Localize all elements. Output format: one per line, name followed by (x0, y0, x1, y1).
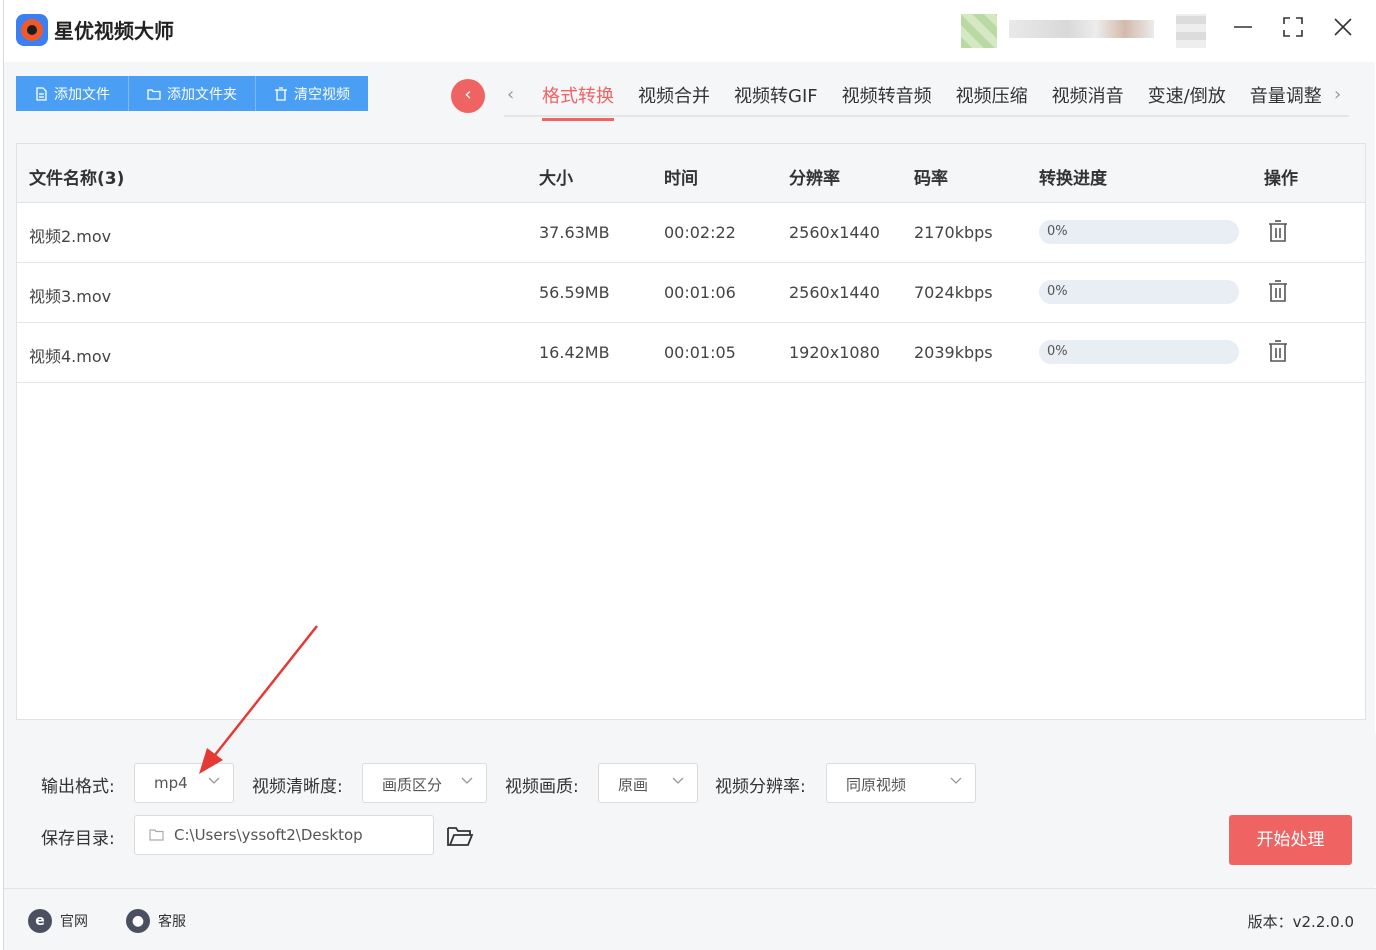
table-row[interactable]: 视频2.mov 37.63MB 00:02:22 2560x1440 2170k… (17, 203, 1365, 263)
chat-bubble-icon: ● (126, 909, 150, 933)
user-menu-blurred[interactable] (1176, 14, 1206, 48)
title-bar: 星优视频大师 (4, 0, 1376, 62)
tabs-divider (504, 115, 1349, 117)
quality-value: 原画 (618, 776, 649, 794)
progress-bar: 0% (1039, 340, 1239, 364)
clear-videos-button[interactable]: 清空视频 (256, 76, 368, 111)
chevron-down-icon (461, 777, 473, 784)
close-window-button[interactable] (1328, 16, 1358, 46)
header-action: 操作 (1264, 169, 1298, 189)
delete-row-icon[interactable] (1268, 280, 1288, 302)
folder-icon (147, 88, 161, 100)
header-duration: 时间 (664, 169, 698, 189)
folder-icon (149, 829, 164, 841)
progress-bar: 0% (1039, 280, 1239, 304)
file-resolution: 2560x1440 (789, 283, 880, 302)
header-filename: 文件名称(3) (29, 169, 125, 189)
table-row[interactable]: 视频3.mov 56.59MB 00:01:06 2560x1440 7024k… (17, 263, 1365, 323)
add-folder-button[interactable]: 添加文件夹 (129, 76, 256, 111)
quality-label: 视频画质: (505, 777, 579, 797)
delete-row-icon[interactable] (1268, 220, 1288, 242)
resolution-select[interactable]: 同原视频 (826, 763, 976, 803)
progress-bar: 0% (1039, 220, 1239, 244)
file-resolution: 1920x1080 (789, 343, 880, 362)
minimize-button[interactable] (1228, 16, 1258, 46)
website-label: 官网 (60, 914, 88, 930)
maximize-button[interactable] (1278, 16, 1308, 46)
output-format-value: mp4 (154, 774, 188, 792)
header-resolution: 分辨率 (789, 169, 840, 189)
version-text: 版本：v2.2.0.0 (1247, 913, 1354, 931)
folder-open-icon[interactable] (446, 824, 474, 848)
file-duration: 00:02:22 (664, 223, 736, 242)
file-size: 56.59MB (539, 283, 610, 302)
user-name-blurred (1009, 20, 1154, 38)
clarity-select[interactable]: 画质区分 (362, 763, 487, 803)
table-header: 文件名称(3) 大小 时间 分辨率 码率 转换进度 操作 (17, 144, 1365, 203)
chevron-left-icon: ‹ (464, 84, 472, 105)
save-dir-label: 保存目录: (41, 829, 115, 849)
trash-icon (275, 86, 287, 101)
progress-label: 0% (1047, 224, 1068, 239)
file-duration: 00:01:06 (664, 283, 736, 302)
save-dir-value: C:\Users\yssoft2\Desktop (174, 826, 363, 844)
app-window: 星优视频大师 添加文件 添加文件夹 清空视频 ‹ ‹ 格式转换 视频合并 视频转… (3, 0, 1376, 950)
save-dir-input[interactable]: C:\Users\yssoft2\Desktop (134, 815, 434, 855)
browser-icon: e (28, 909, 52, 933)
output-format-label: 输出格式: (41, 777, 115, 797)
quality-select[interactable]: 原画 (598, 763, 698, 803)
maximize-icon (1283, 17, 1303, 37)
app-logo-icon (16, 14, 48, 46)
file-name: 视频4.mov (29, 347, 112, 366)
app-title: 星优视频大师 (54, 19, 174, 43)
chevron-down-icon (672, 777, 684, 784)
support-label: 客服 (158, 914, 186, 930)
chevron-down-icon (950, 777, 962, 784)
add-file-button[interactable]: 添加文件 (16, 76, 129, 111)
file-icon (36, 86, 47, 101)
file-name: 视频3.mov (29, 287, 112, 306)
clarity-value: 画质区分 (382, 776, 443, 794)
header-progress: 转换进度 (1039, 169, 1107, 189)
start-processing-button[interactable]: 开始处理 (1229, 815, 1352, 865)
user-avatar[interactable] (961, 14, 997, 48)
add-file-label: 添加文件 (54, 86, 110, 103)
tabs-scroll-right-button[interactable]: › (1334, 84, 1341, 105)
file-bitrate: 7024kbps (914, 283, 993, 302)
header-size: 大小 (539, 169, 573, 189)
close-icon (1334, 18, 1352, 36)
header-bitrate: 码率 (914, 169, 948, 189)
delete-row-icon[interactable] (1268, 340, 1288, 362)
clear-videos-label: 清空视频 (294, 86, 350, 103)
progress-label: 0% (1047, 284, 1068, 299)
file-size: 16.42MB (539, 343, 610, 362)
file-duration: 00:01:05 (664, 343, 736, 362)
minimize-icon (1234, 26, 1252, 28)
annotation-arrow-icon (199, 625, 318, 774)
progress-label: 0% (1047, 344, 1068, 359)
file-toolbar: 添加文件 添加文件夹 清空视频 (16, 76, 368, 111)
file-bitrate: 2170kbps (914, 223, 993, 242)
website-link[interactable]: e 官网 (28, 909, 88, 933)
support-link[interactable]: ● 客服 (126, 909, 186, 933)
file-bitrate: 2039kbps (914, 343, 993, 362)
tabs-scroll-left-button[interactable]: ‹ (507, 84, 514, 105)
resolution-value: 同原视频 (846, 776, 907, 794)
file-name: 视频2.mov (29, 227, 112, 246)
resolution-label: 视频分辨率: (715, 777, 806, 797)
footer-bar: e 官网 ● 客服 版本：v2.2.0.0 (4, 888, 1376, 950)
file-size: 37.63MB (539, 223, 610, 242)
add-folder-label: 添加文件夹 (167, 86, 237, 103)
file-resolution: 2560x1440 (789, 223, 880, 242)
collapse-back-button[interactable]: ‹ (451, 79, 485, 113)
table-row[interactable]: 视频4.mov 16.42MB 00:01:05 1920x1080 2039k… (17, 323, 1365, 383)
